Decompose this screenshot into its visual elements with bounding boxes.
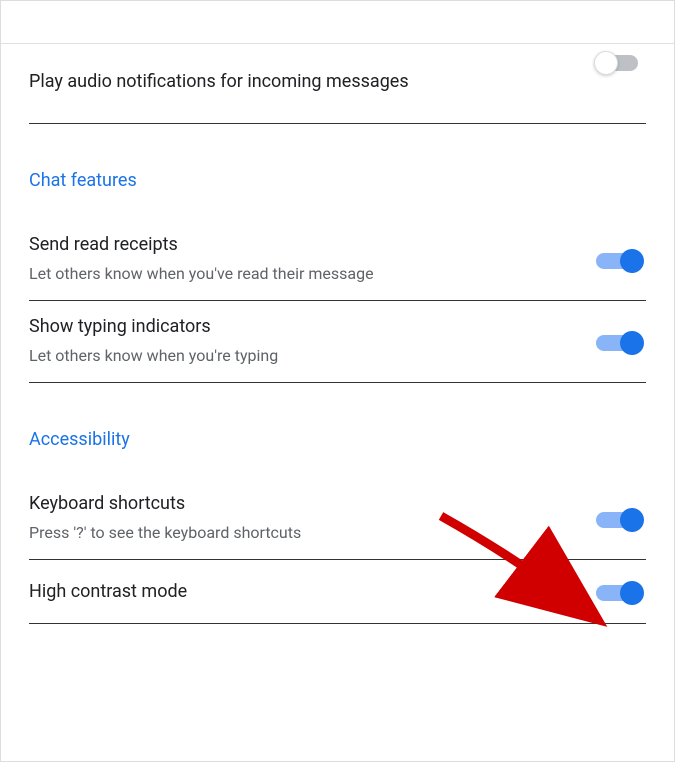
section-accessibility: Accessibility — [29, 383, 646, 478]
audio-notifications-toggle[interactable] — [596, 50, 646, 74]
high-contrast-toggle[interactable] — [596, 580, 646, 604]
typing-indicators-title: Show typing indicators — [29, 313, 596, 340]
setting-read-receipts: Send read receipts Let others know when … — [29, 219, 646, 301]
section-chat-features: Chat features — [29, 124, 646, 219]
setting-keyboard-shortcuts: Keyboard shortcuts Press '?' to see the … — [29, 478, 646, 560]
high-contrast-title: High contrast mode — [29, 578, 596, 605]
keyboard-shortcuts-title: Keyboard shortcuts — [29, 490, 596, 517]
read-receipts-subtitle: Let others know when you've read their m… — [29, 262, 596, 286]
setting-audio-notifications: Play audio notifications for incoming me… — [29, 44, 646, 124]
audio-notifications-title: Play audio notifications for incoming me… — [29, 68, 596, 95]
read-receipts-toggle[interactable] — [596, 248, 646, 272]
typing-indicators-subtitle: Let others know when you're typing — [29, 344, 596, 368]
setting-typing-indicators: Show typing indicators Let others know w… — [29, 301, 646, 383]
keyboard-shortcuts-subtitle: Press '?' to see the keyboard shortcuts — [29, 521, 596, 545]
setting-high-contrast: High contrast mode — [29, 560, 646, 624]
typing-indicators-toggle[interactable] — [596, 330, 646, 354]
read-receipts-title: Send read receipts — [29, 231, 596, 258]
keyboard-shortcuts-toggle[interactable] — [596, 507, 646, 531]
